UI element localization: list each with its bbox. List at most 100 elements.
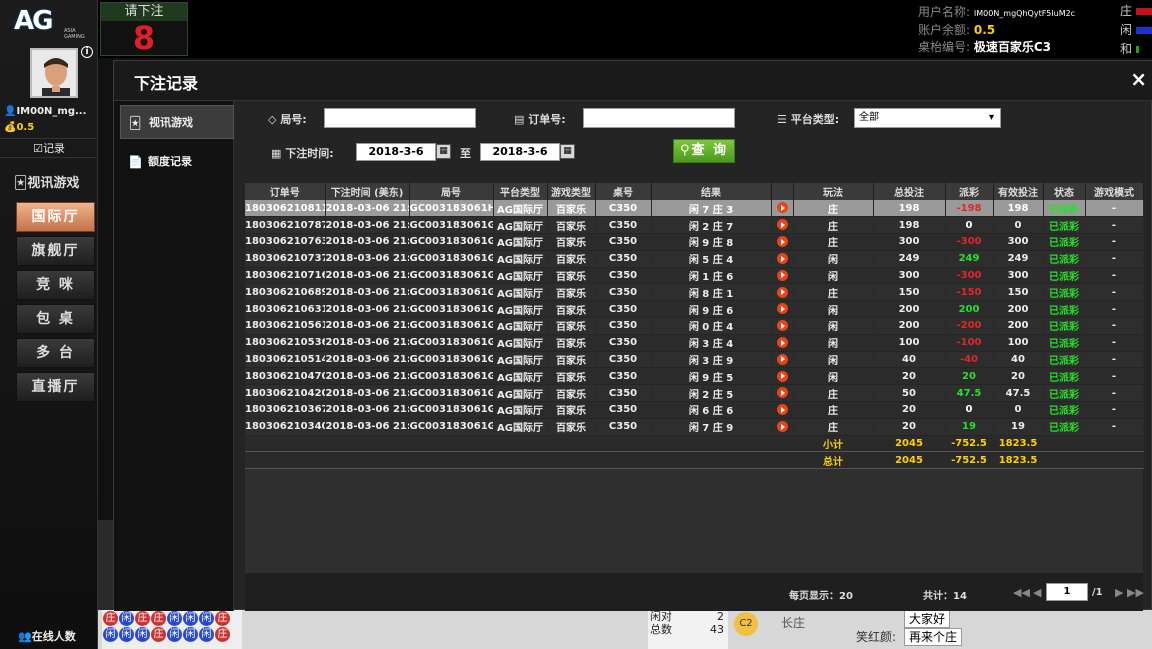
play-icon[interactable] [776,320,788,332]
play-icon[interactable] [776,202,788,214]
info-icon[interactable]: i [81,46,93,58]
table-row[interactable]: 1803062107872018-03-06 21:5GC003183061GZ… [245,216,1144,235]
order-id-cell: 180306210737 [245,250,326,268]
nav-international-hall[interactable]: 国际厅 [16,202,95,232]
logo-text: AG [14,6,53,36]
table-row[interactable]: 1803062105142018-03-06 21:5GC003183061GO… [245,351,1144,369]
play-icon[interactable] [776,269,788,281]
table-row[interactable]: 1803062107162018-03-06 21:5GC003183061GW… [245,267,1144,285]
username-short: 👤IM00N_mg... [4,106,87,117]
play-icon[interactable] [776,286,788,298]
prev-page-icon[interactable]: ◀ [1033,586,1041,599]
table-row[interactable]: 1803062106312018-03-06 21:5GC003183061GU… [245,300,1144,319]
play-icon[interactable] [776,219,788,231]
score-player: 闲 150386 [1120,21,1152,40]
last-page-icon[interactable]: ▶▶ [1127,586,1144,599]
bet-time-cell: 2018-03-06 21:5 [325,334,410,352]
play-icon[interactable] [776,337,788,349]
replay-cell [771,250,794,268]
order-id-cell: 180306210689 [245,283,326,302]
table-cell [1043,451,1086,470]
coin-icon: 💰 [4,122,17,133]
table-row[interactable]: 1803062107632018-03-06 21:5GC003183061GY… [245,233,1144,251]
nav-private-table[interactable]: 包 桌 [16,304,95,334]
table-row[interactable]: 1803062106892018-03-06 21:5GC003183061GV… [245,283,1144,302]
valid-bet-cell: 300 [993,233,1044,251]
chat-tag-2[interactable]: 再来个庄 [904,628,963,646]
play-icon[interactable] [776,404,788,416]
platform-cell: AG国际厅 [493,200,548,218]
first-page-icon[interactable]: ◀◀ [1013,586,1030,599]
table-cell [245,435,326,453]
user-info: 用户名称: IM00N_mgQhQytF5luM2c 账户余额: 0.5 桌枱编… [918,4,1075,56]
nav-flagship-hall[interactable]: 旗舰厅 [16,236,95,266]
avatar[interactable] [30,48,78,98]
play-icon[interactable] [776,303,788,315]
table-row[interactable]: 1803062108112018-03-06 21:5GC003183061H0… [245,200,1144,218]
calendar-icon[interactable]: ▦ [436,144,451,159]
table-cell: 小计 [793,435,874,453]
round-id-cell: GC003183061GY [409,233,494,251]
table-row[interactable]: 1803062105612018-03-06 21:5GC003183061GQ… [245,317,1144,335]
record-button[interactable]: ☑记录 [0,138,98,158]
table-cell [409,451,494,470]
table-id-cell: C350 [595,401,652,419]
date-to-input[interactable]: 2018-3-6 [480,143,560,161]
tab-credit-record[interactable]: 📄 额度记录 [120,145,234,179]
table-row[interactable]: 1803062103402018-03-06 21:4GC003183061GH… [245,418,1144,436]
game-type-cell: 百家乐 [547,384,596,403]
next-page-icon[interactable]: ▶ [1115,586,1123,599]
query-button[interactable]: ⚲查 询 [673,139,735,163]
video-game-label[interactable]: 🃏视讯游戏 [14,172,79,191]
nav-live-hall[interactable]: 直播厅 [16,372,95,402]
table-row[interactable]: 1803062104702018-03-06 21:4GC003183061GM… [245,367,1144,386]
play-icon[interactable] [776,353,788,365]
table-row[interactable]: 180306210367 2018-03-06 21:4 GC003183061GI… [245,401,1144,419]
table-id-cell: C350 [595,418,652,436]
order-input[interactable] [583,108,735,128]
play-icon[interactable] [776,253,788,265]
table-id-cell: C350 [595,300,652,319]
modal-header: 下注记录 × [114,61,1152,101]
platform-cell: AG国际厅 [493,334,548,352]
date-from-input[interactable]: 2018-3-6 [356,143,436,161]
total-bet-cell: 198 [873,200,946,218]
table-row[interactable]: 1803062105362018-03-06 21:5GC003183061GP… [245,334,1144,352]
platform-cell: AG国际厅 [493,351,548,369]
calendar-icon[interactable]: ▦ [560,144,575,159]
table-row[interactable]: 1803062107372018-03-06 21:5GC003183061GX… [245,250,1144,268]
chat-tag-1[interactable]: 大家好 [904,610,951,628]
nav-multi-table[interactable]: 多 台 [16,338,95,368]
bet-side-cell: 闲 [793,351,874,369]
tab-video-game[interactable]: 🃏 视讯游戏 [120,105,234,139]
play-icon[interactable] [776,387,788,399]
play-icon[interactable] [776,370,788,382]
table-row[interactable]: 1803062104202018-03-06 21:4GC003183061GK… [245,384,1144,403]
replay-cell [771,334,794,352]
valid-bet-cell: 40 [993,351,1044,369]
status-cell: 已派彩 [1043,267,1086,285]
countdown-number: 8 [132,19,156,57]
status-cell: 已派彩 [1043,317,1086,335]
payout-cell: 0 [945,401,994,419]
list-icon: ☰ [777,113,787,126]
play-icon[interactable] [776,236,788,248]
play-icon[interactable] [776,421,788,432]
order-id-cell: 180306210536 [245,334,326,352]
order-id-cell: 180306210367 [245,401,326,419]
platform-select[interactable]: 全部 ▾ [854,108,1001,128]
nav-squeeze[interactable]: 竞 咪 [16,270,95,300]
platform-cell: AG国际厅 [493,233,548,251]
road-bead: 闲 [103,627,118,642]
game-type-cell: 百家乐 [547,267,596,285]
payout-cell: -300 [945,233,994,251]
page-input[interactable]: 1 [1046,583,1088,601]
status-cell: 已派彩 [1043,418,1086,436]
round-input[interactable] [324,108,476,128]
bet-table-container: 订单号 下注时间 (美东) 局号 平台类型 游戏类型 桌号 结果 玩法 总投注 派彩 有效投注 状态游… [245,183,1144,573]
payout-cell: 249 [945,250,994,268]
column-header: 平台类型 [493,183,548,200]
modal-title: 下注记录 [134,74,199,93]
platform-cell: AG国际厅 [493,300,548,319]
close-icon[interactable]: × [1130,67,1147,91]
